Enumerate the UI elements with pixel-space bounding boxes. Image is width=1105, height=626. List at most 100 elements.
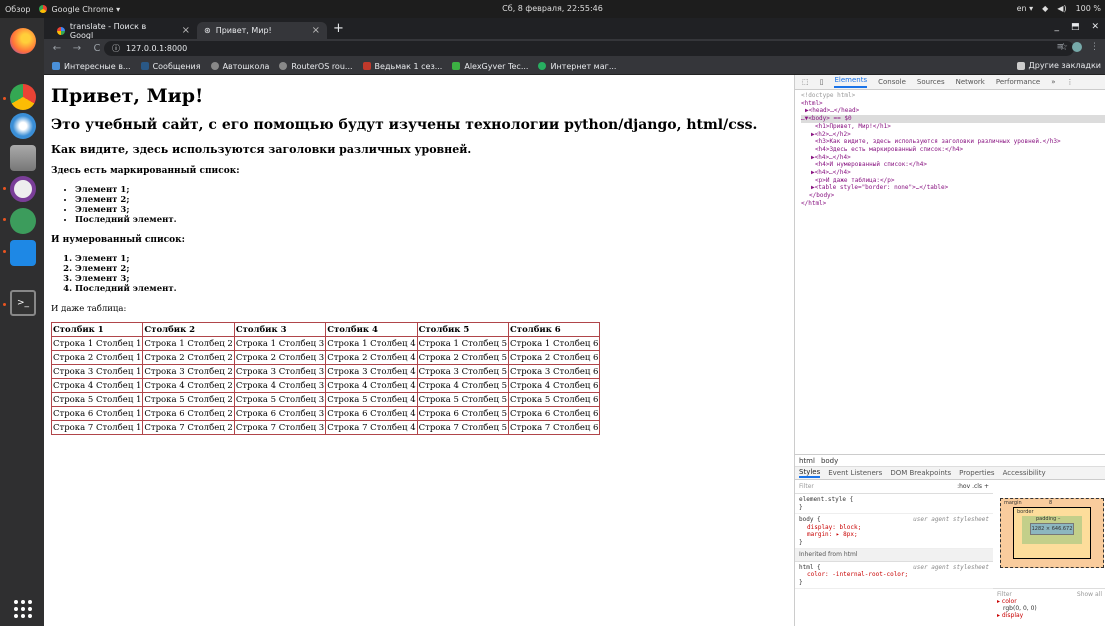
device-toolbar-icon[interactable]: ▯ [820,78,824,86]
dom-line[interactable]: <h4>И нумерованный список:</h4> [801,161,1105,169]
close-icon[interactable]: × [312,25,320,36]
dom-line[interactable]: </body> [801,192,1105,200]
box-padding-label: padding – [1036,516,1061,522]
thunderbird-icon[interactable] [10,113,36,139]
tab-styles[interactable]: Styles [799,468,821,478]
minimize-button[interactable]: _ [1054,22,1059,32]
dom-line[interactable]: <h3>Как видите, здесь используются загол… [801,138,1105,146]
activities-button[interactable]: Обзор [0,5,35,14]
dom-line[interactable]: ▶<table style="border: none">…</table> [801,184,1105,192]
more-tabs-button[interactable]: » [1051,78,1055,86]
table-row: Строка 6 Столбец 1 Строка 6 Столбец 2 Стро… [50,406,601,421]
dom-line[interactable]: <h1>Привет, Мир!</h1> [801,123,1105,131]
list-item: Элемент 2; [75,264,787,274]
tab-network[interactable]: Network [956,78,985,86]
table-column-header: Столбик 5 [416,322,510,337]
profile-avatar[interactable] [1072,42,1082,52]
tab-performance[interactable]: Performance [996,78,1040,86]
show-all-checkbox[interactable]: Show all [1077,591,1102,598]
bookmark-label: Сообщения [152,61,201,71]
dom-line[interactable]: ▶<h4>…</h4> [801,154,1105,162]
table-cell: Строка 6 Столбец 1 [50,406,144,421]
dom-line[interactable]: ▶<head>…</head> [801,107,1105,115]
css-property[interactable]: display: block; [799,524,989,532]
tab-dom-breakpoints[interactable]: DOM Breakpoints [890,469,951,477]
github-icon[interactable] [10,176,36,202]
dom-line[interactable]: </html> [801,200,1105,208]
window-controls: _ ⬒ ✕ [1054,22,1099,32]
table-cell: Строка 6 Столбец 4 [325,406,418,421]
filter-tools[interactable]: :hov .cls + [957,483,989,491]
table-cell: Строка 7 Столбец 3 [233,420,327,435]
styles-tabs: Styles Event Listeners DOM Breakpoints P… [795,467,1105,480]
address-bar[interactable]: ⓘ 127.0.0.1:8000 ☆ [104,41,1074,56]
tab-hello-world[interactable]: ⊛ Привет, Мир! × [197,22,327,39]
bookmark-item[interactable]: Интернет маг... [538,62,616,71]
tab-event-listeners[interactable]: Event Listeners [828,469,882,477]
new-tab-button[interactable]: + [333,21,344,36]
bookmark-item[interactable]: Автошкола [210,62,269,71]
reload-button[interactable]: C [90,43,104,54]
bookmark-item[interactable]: Интересные в... [52,62,131,71]
google-icon [57,26,65,35]
other-bookmarks[interactable]: Другие закладки [1016,61,1101,70]
computed-filter[interactable]: Filter [997,591,1012,598]
dom-line[interactable]: <h4>Здесь есть маркированный список:</h4… [801,146,1105,154]
table-column-header: Столбик 2 [142,322,235,337]
computed-prop[interactable]: ▸ color [997,598,1102,605]
inspect-icon[interactable]: ⬚ [802,78,809,86]
dom-line[interactable]: ▶<h4>…</h4> [801,169,1105,177]
webstorm-icon[interactable] [10,240,36,266]
tab-accessibility[interactable]: Accessibility [1003,469,1046,477]
atom-icon[interactable] [10,208,36,234]
terminal-icon[interactable]: >_ [10,290,36,316]
dom-line[interactable]: <html> [801,100,1105,108]
table-row: Строка 4 Столбец 1 Строка 4 Столбец 2 Стро… [50,378,601,393]
table-column-header: Столбик 6 [508,322,601,337]
crumb-body[interactable]: body [821,457,838,465]
dom-line[interactable]: <p>И даже таблица:</p> [801,177,1105,185]
css-property[interactable]: margin: ▸ 8px; [799,531,989,539]
table-cell: Строка 3 Столбец 3 [233,364,327,379]
tab-translate[interactable]: translate - Поиск в Googl × [50,22,197,40]
bookmark-item[interactable]: AlexGyver Tec... [452,62,528,71]
menu-icon[interactable]: ⋮ [1090,42,1099,52]
chrome-dock-icon[interactable] [10,84,36,110]
tab-elements[interactable]: Elements [834,76,868,88]
extensions-icon[interactable]: ≡ [1056,42,1064,52]
dom-line[interactable]: ▶<h2>…</h2> [801,131,1105,139]
page-heading-h3: Как видите, здесь используются заголовки… [51,143,472,156]
tab-properties[interactable]: Properties [959,469,994,477]
files-icon[interactable] [10,145,36,171]
tab-console[interactable]: Console [878,78,906,86]
clock[interactable]: Сб, 8 февраля, 22:55:46 [502,4,603,13]
bookmark-item[interactable]: Сообщения [140,61,201,71]
styles-filter[interactable]: Filter :hov .cls + [795,481,993,494]
bullet-list: Элемент 1; Элемент 2; Элемент 3; Последн… [51,185,787,225]
computed-prop[interactable]: ▸ display [997,612,1102,619]
firefox-icon[interactable] [10,28,36,54]
info-icon[interactable]: ⓘ [112,43,120,54]
kebab-menu-icon[interactable]: ⋮ [1067,78,1074,86]
maximize-button[interactable]: ⬒ [1071,22,1080,32]
back-button[interactable]: ← [50,43,64,54]
forward-button[interactable]: → [70,43,84,54]
css-property[interactable]: color: -internal-root-color; [799,571,989,579]
dom-line-selected[interactable]: …▼<body> == $0 [801,115,1105,123]
crumb-html[interactable]: html [799,457,815,465]
app-menu[interactable]: Google Chrome ▾ [35,5,120,14]
table-column-header: Столбик 4 [325,322,418,337]
keyboard-layout[interactable]: en ▾ [1017,4,1034,13]
bookmark-item[interactable]: RouterOS rou... [279,62,353,71]
system-tray[interactable]: en ▾ ◆ ◀) 100 % [1017,4,1101,13]
running-indicator [3,97,6,100]
table-cell: Строка 3 Столбец 2 [142,364,235,379]
bookmark-item[interactable]: Ведьмак 1 сез... [362,62,442,71]
close-window-button[interactable]: ✕ [1091,22,1099,32]
table-cell: Строка 6 Столбец 5 [416,406,510,421]
tab-sources[interactable]: Sources [917,78,945,86]
close-icon[interactable]: × [182,25,190,36]
show-applications-button[interactable] [14,600,32,618]
table-cell: Строка 1 Столбец 6 [508,336,601,351]
dom-line[interactable]: <!doctype html> [801,92,1105,100]
